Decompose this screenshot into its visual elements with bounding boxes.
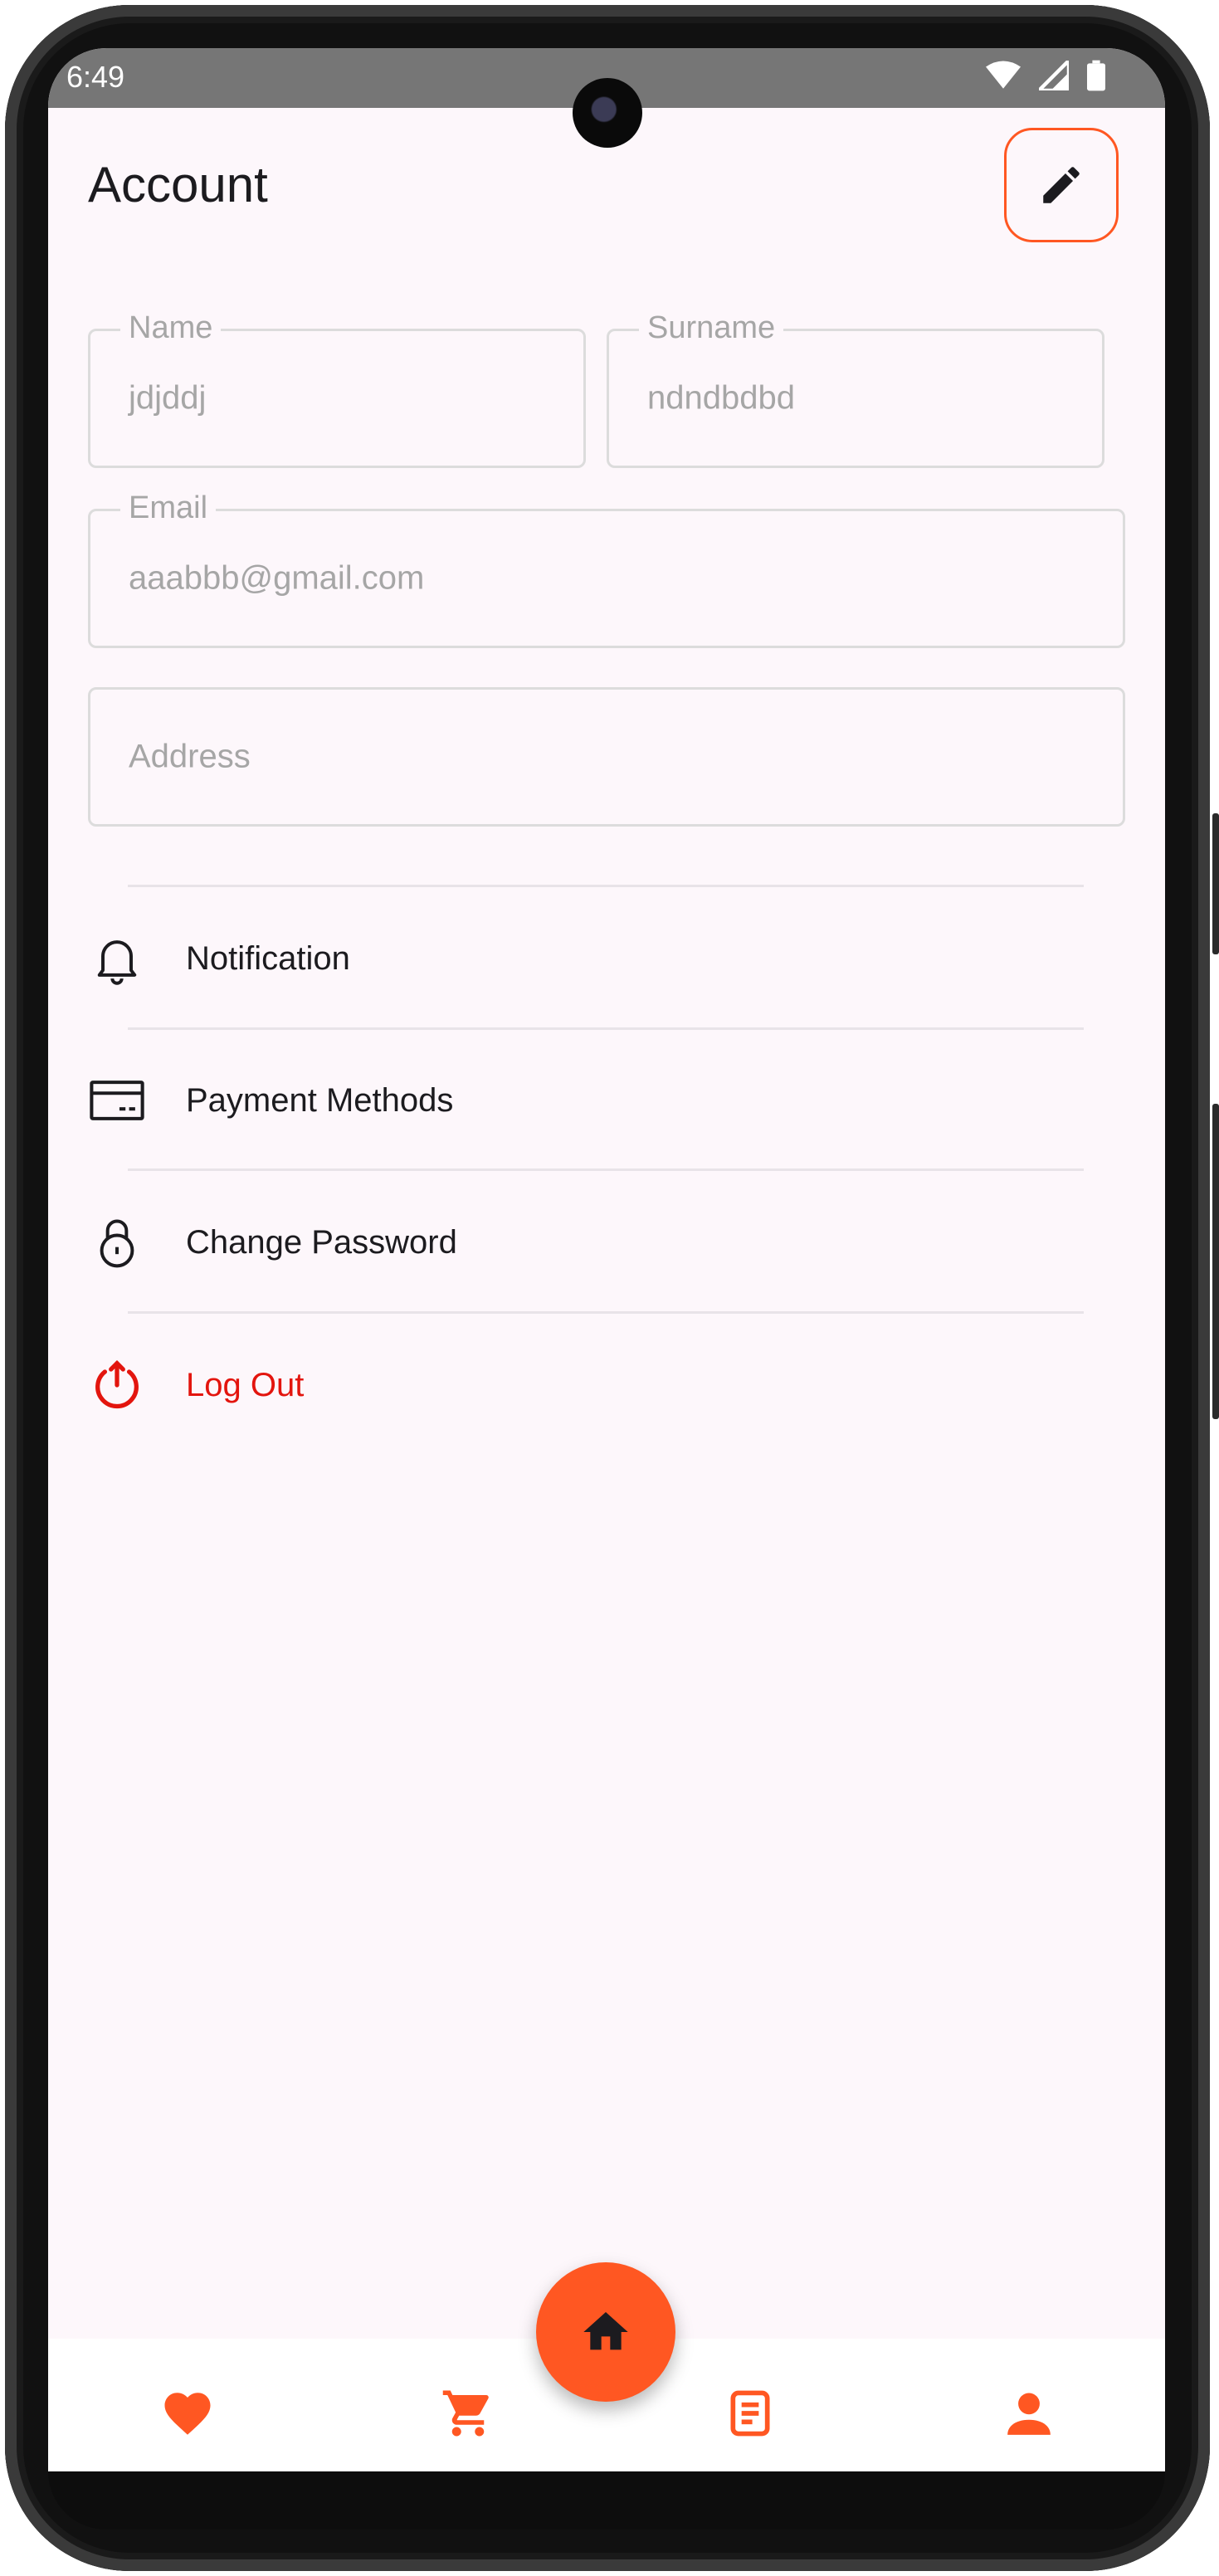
surname-label: Surname — [639, 310, 784, 346]
status-time: 6:49 — [66, 60, 125, 94]
nav-orders[interactable] — [717, 2380, 783, 2447]
log-out-label: Log Out — [186, 1366, 305, 1403]
status-icons — [986, 60, 1105, 91]
nav-favorites[interactable] — [154, 2380, 221, 2447]
bottom-bezel — [48, 2471, 1165, 2530]
signal-icon — [1039, 61, 1069, 90]
person-icon — [1007, 2393, 1051, 2435]
menu-item-log-out[interactable]: Log Out — [88, 1315, 1125, 1456]
name-label: Name — [120, 310, 222, 346]
surname-field[interactable]: Surname ndndbdbd — [607, 310, 1104, 468]
notification-label: Notification — [186, 939, 350, 977]
menu-divider — [128, 1168, 1084, 1171]
name-field[interactable]: Name jdjddj — [88, 310, 586, 468]
home-fab-button[interactable] — [536, 2262, 675, 2402]
change-password-label: Change Password — [186, 1223, 457, 1261]
menu-divider — [128, 1311, 1084, 1314]
battery-icon — [1087, 60, 1105, 91]
lock-icon — [88, 1213, 146, 1271]
address-field[interactable]: Address — [88, 687, 1125, 827]
document-icon — [730, 2390, 770, 2437]
payment-methods-label: Payment Methods — [186, 1081, 454, 1119]
home-icon — [583, 2312, 628, 2350]
pencil-icon — [1043, 167, 1080, 203]
nav-cart[interactable] — [435, 2380, 501, 2447]
credit-card-icon — [88, 1071, 146, 1129]
edit-button[interactable] — [1004, 128, 1119, 242]
email-value: aaabbb@gmail.com — [129, 559, 425, 597]
menu-divider — [128, 885, 1084, 887]
screen: 6:49 Account Name jdjddj Surname ndndbdb… — [48, 48, 1165, 2471]
power-icon — [88, 1356, 146, 1414]
surname-value: ndndbdbd — [647, 379, 795, 417]
email-label: Email — [120, 490, 217, 526]
name-value: jdjddj — [129, 379, 207, 417]
menu-item-notification[interactable]: Notification — [88, 888, 1125, 1029]
power-side-button — [1212, 813, 1219, 954]
page-title: Account — [88, 157, 268, 212]
nav-account[interactable] — [996, 2380, 1062, 2447]
cart-icon — [442, 2390, 489, 2437]
volume-side-button — [1212, 1104, 1219, 1419]
wifi-icon — [986, 61, 1021, 89]
address-placeholder: Address — [129, 738, 251, 775]
bell-icon — [88, 929, 146, 988]
email-field[interactable]: Email aaabbb@gmail.com — [88, 490, 1125, 648]
menu-item-payment-methods[interactable]: Payment Methods — [88, 1030, 1125, 1171]
heart-icon — [164, 2393, 211, 2435]
front-camera — [573, 78, 642, 148]
menu-item-change-password[interactable]: Change Password — [88, 1172, 1125, 1313]
